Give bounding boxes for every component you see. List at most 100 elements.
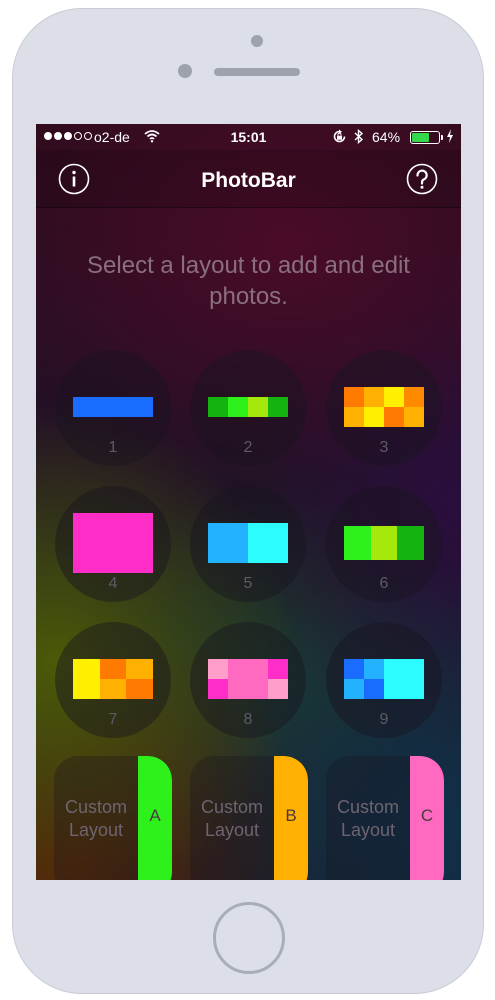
thumbnail-cell: [404, 659, 424, 679]
home-button[interactable]: [213, 902, 285, 974]
thumbnail-row: [344, 526, 425, 560]
thumbnail-cell: [73, 659, 100, 679]
thumbnail-cell: [126, 679, 154, 699]
thumbnail-row: [208, 397, 288, 417]
layout-tile-5[interactable]: 5: [190, 486, 306, 602]
battery-level-fill: [412, 133, 429, 142]
thumbnail-cell: [99, 659, 127, 679]
thumbnail-cell: [364, 407, 384, 427]
thumbnail-cell: [268, 679, 288, 699]
earpiece-speaker: [214, 68, 300, 76]
bluetooth-icon: [354, 129, 364, 144]
thumbnail-cell: [384, 407, 404, 427]
custom-label-line1: Custom: [200, 797, 263, 817]
thumbnail-cell: [73, 513, 153, 573]
layout-tile-3[interactable]: 3: [326, 350, 442, 466]
layout-number: 7: [108, 711, 118, 728]
custom-label-line2: Layout: [68, 820, 124, 840]
custom-label-line2: Layout: [340, 820, 396, 840]
thumbnail-cell: [73, 397, 153, 417]
thumbnail-cell: [344, 659, 364, 679]
layout-tile-2[interactable]: 2: [190, 350, 306, 466]
charging-bolt-icon: [447, 129, 453, 143]
thumbnail-cell: [344, 387, 364, 407]
thumbnail-cell: [384, 659, 404, 679]
layout-number: 5: [243, 575, 253, 592]
layout-thumbnail: [73, 659, 154, 699]
layout-number: 9: [379, 711, 389, 728]
status-bar: o2-de 15:01 64%: [36, 124, 461, 150]
thumbnail-row: [208, 679, 288, 699]
instruction-text: Select a layout to add and edit photos.: [87, 252, 410, 310]
layout-tile-6[interactable]: 6: [326, 486, 442, 602]
help-icon[interactable]: [406, 163, 438, 195]
front-camera: [251, 35, 263, 47]
thumbnail-cell: [248, 397, 268, 417]
custom-layout-label: Custom Layout: [60, 796, 132, 842]
thumbnail-cell: [364, 387, 384, 407]
layout-tile-4[interactable]: 4: [55, 486, 171, 602]
custom-layout-tab[interactable]: A: [138, 756, 172, 880]
layout-thumbnail: [73, 397, 153, 417]
thumbnail-row: [73, 679, 154, 699]
app-screen: o2-de 15:01 64% PhotoBar Select a layout…: [36, 124, 461, 880]
thumbnail-cell: [404, 679, 424, 699]
layout-number: 2: [243, 439, 253, 456]
thumbnail-row: [208, 523, 288, 563]
thumbnail-cell: [126, 659, 154, 679]
thumbnail-cell: [344, 526, 371, 560]
thumbnail-cell: [344, 679, 364, 699]
thumbnail-cell: [99, 679, 127, 699]
custom-label-line2: Layout: [204, 820, 260, 840]
thumbnail-cell: [404, 387, 424, 407]
thumbnail-cell: [208, 397, 228, 417]
thumbnail-cell: [364, 659, 384, 679]
thumbnail-row: [344, 387, 424, 407]
layout-number: 8: [243, 711, 253, 728]
thumbnail-cell: [248, 659, 268, 679]
layout-tile-1[interactable]: 1: [55, 350, 171, 466]
thumbnail-cell: [208, 659, 228, 679]
thumbnail-cell: [208, 523, 248, 563]
layout-tile-9[interactable]: 9: [326, 622, 442, 738]
thumbnail-row: [73, 397, 153, 417]
thumbnail-cell: [384, 387, 404, 407]
thumbnail-cell: [404, 407, 424, 427]
custom-layout-letter: C: [420, 806, 434, 825]
thumbnail-cell: [384, 679, 404, 699]
thumbnail-row: [344, 407, 424, 427]
thumbnail-row: [73, 659, 154, 679]
app-title: PhotoBar: [201, 169, 296, 192]
custom-layout-letter: A: [149, 806, 161, 825]
thumbnail-cell: [397, 526, 425, 560]
rotation-lock-icon: [333, 129, 346, 143]
thumbnail-row: [73, 513, 153, 573]
layout-tile-8[interactable]: 8: [190, 622, 306, 738]
custom-layout-b[interactable]: Custom Layout B: [190, 756, 308, 880]
battery-icon: [410, 131, 440, 144]
layout-number: 1: [108, 439, 118, 456]
thumbnail-cell: [370, 526, 398, 560]
custom-label-line1: Custom: [336, 797, 399, 817]
custom-layout-tab[interactable]: C: [410, 756, 444, 880]
thumbnail-row: [344, 679, 424, 699]
layout-thumbnail: [208, 659, 288, 699]
layout-thumbnail: [344, 387, 424, 427]
thumbnail-cell: [268, 397, 288, 417]
layout-tile-7[interactable]: 7: [55, 622, 171, 738]
custom-layout-c[interactable]: Custom Layout C: [326, 756, 444, 880]
thumbnail-cell: [73, 679, 100, 699]
thumbnail-cell: [344, 407, 364, 427]
custom-layout-tab[interactable]: B: [274, 756, 308, 880]
custom-layout-label: Custom Layout: [332, 796, 404, 842]
layout-thumbnail: [208, 523, 288, 563]
thumbnail-cell: [364, 679, 384, 699]
thumbnail-cell: [208, 679, 228, 699]
proximity-sensor: [178, 64, 192, 78]
custom-layout-label: Custom Layout: [196, 796, 268, 842]
custom-layout-a[interactable]: Custom Layout A: [54, 756, 172, 880]
layout-thumbnail: [344, 526, 425, 560]
thumbnail-cell: [268, 659, 288, 679]
layout-thumbnail: [344, 659, 424, 699]
navigation-bar: PhotoBar: [36, 150, 461, 208]
